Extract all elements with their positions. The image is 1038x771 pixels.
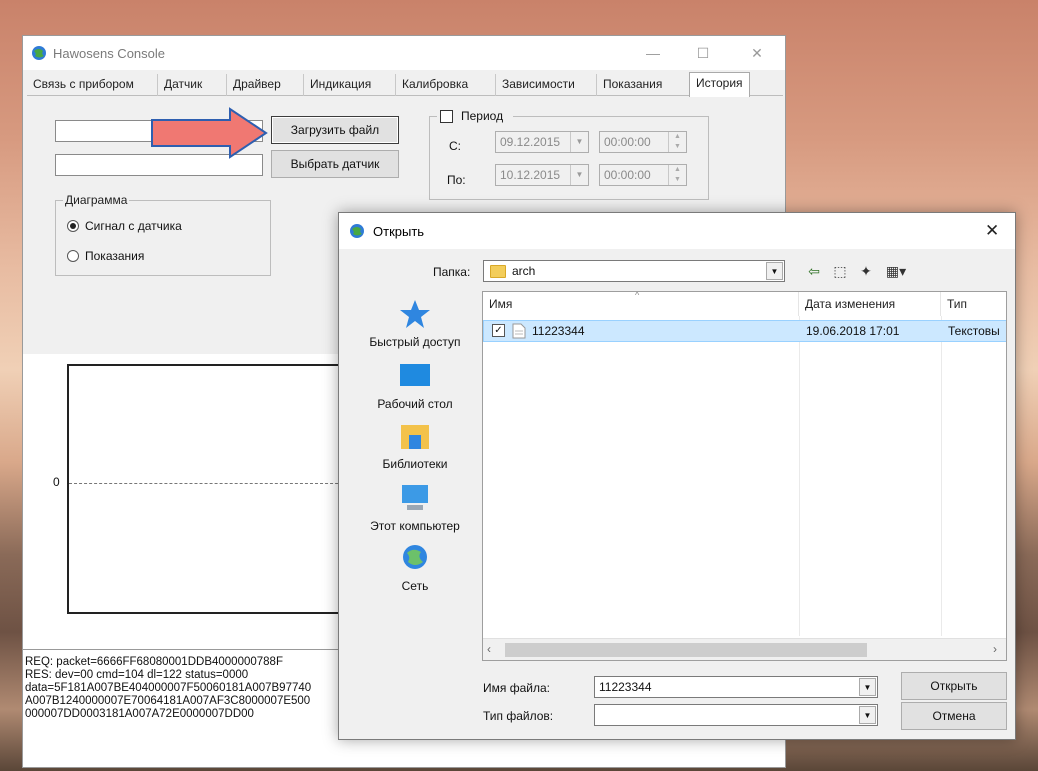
tab-history[interactable]: История — [689, 72, 750, 97]
spin-buttons-icon[interactable]: ▲ ▼ — [668, 132, 686, 152]
text-file-icon — [512, 323, 526, 339]
app-globe-icon — [32, 46, 46, 60]
radio-readings-label[interactable]: Показания — [85, 249, 144, 263]
minimize-button[interactable]: — — [633, 42, 673, 64]
folder-value: arch — [512, 264, 536, 278]
column-header-date[interactable]: Дата изменения — [799, 292, 941, 316]
from-label: С: — [449, 139, 461, 153]
tab-indication[interactable]: Индикация — [303, 74, 377, 96]
filename-input[interactable]: 11223344 ▼ — [594, 676, 878, 698]
tab-driver[interactable]: Драйвер — [226, 74, 287, 96]
tab-connection[interactable]: Связь с прибором — [27, 74, 140, 96]
column-header-type[interactable]: Тип — [941, 292, 1006, 316]
view-menu-icon[interactable]: ▦▾ — [881, 261, 911, 281]
chevron-down-icon: ▼ — [570, 165, 588, 185]
row-checkbox[interactable]: ✓ — [492, 324, 505, 337]
select-sensor-button[interactable]: Выбрать датчик — [271, 150, 399, 178]
to-time-picker[interactable]: 00:00:00 ▲ ▼ — [599, 164, 687, 186]
tab-sensor[interactable]: Датчик — [157, 74, 208, 96]
tab-readings[interactable]: Показания — [596, 74, 668, 96]
chevron-down-icon[interactable]: ▼ — [859, 706, 876, 724]
chart-zero-label: 0 — [53, 475, 60, 489]
chevron-down-icon[interactable]: ▼ — [859, 678, 876, 696]
open-file-dialog: Открыть ✕ Папка: arch ▼ ⇦ ⬚ ✦ ▦▾ Быстрый… — [338, 212, 1016, 740]
tab-bar: Связь с прибором Датчик Драйвер Индикаци… — [27, 72, 783, 97]
tab-calibration[interactable]: Калибровка — [395, 74, 474, 96]
cancel-button[interactable]: Отмена — [901, 702, 1007, 730]
horizontal-scrollbar[interactable]: ‹ › — [483, 638, 1006, 660]
from-date-picker[interactable]: 09.12.2015 ▼ — [495, 131, 589, 153]
scroll-left-icon[interactable]: ‹ — [487, 642, 491, 656]
diagram-group — [55, 200, 271, 276]
folder-label: Папка: — [433, 265, 471, 279]
back-icon[interactable]: ⇦ — [803, 261, 825, 281]
file-date: 19.06.2018 17:01 — [806, 324, 900, 338]
dialog-globe-icon — [350, 224, 364, 238]
desktop-icon — [400, 364, 430, 386]
folder-icon — [490, 265, 506, 278]
dialog-close-button[interactable]: ✕ — [985, 221, 999, 241]
libraries-icon — [401, 425, 429, 449]
annotation-arrow-icon — [151, 107, 268, 159]
maximize-button[interactable]: ☐ — [683, 42, 723, 64]
diagram-label: Диаграмма — [63, 193, 130, 207]
radio-sensor-signal[interactable] — [67, 220, 79, 232]
up-folder-icon[interactable]: ⬚ — [829, 261, 851, 281]
title-bar[interactable]: Hawosens Console — ☐ ✕ — [23, 36, 785, 70]
table-row[interactable]: ✓ 11223344 19.06.2018 17:01 Текстовы — [483, 320, 1006, 342]
sort-ascending-icon: ^ — [635, 291, 640, 300]
file-type: Текстовы — [948, 324, 1000, 338]
radio-sensor-signal-label[interactable]: Сигнал с датчика — [85, 219, 182, 233]
file-name: 11223344 — [532, 324, 585, 338]
period-header: Период — [437, 109, 513, 123]
dialog-title-bar[interactable]: Открыть ✕ — [339, 213, 1015, 249]
folder-select[interactable]: arch ▼ — [483, 260, 785, 282]
to-date-picker[interactable]: 10.12.2015 ▼ — [495, 164, 589, 186]
chevron-down-icon: ▼ — [570, 132, 588, 152]
dialog-title: Открыть — [373, 224, 425, 239]
close-button[interactable]: ✕ — [737, 42, 777, 64]
filetype-label: Тип файлов: — [483, 709, 554, 723]
to-label: По: — [447, 173, 466, 187]
period-group — [429, 116, 709, 200]
filetype-select[interactable]: ▼ — [594, 704, 878, 726]
period-checkbox[interactable] — [440, 110, 453, 123]
load-file-button[interactable]: Загрузить файл — [271, 116, 399, 144]
scroll-right-icon[interactable]: › — [993, 642, 997, 656]
places-bar: Быстрый доступ Рабочий стол Библиотеки Э… — [353, 293, 477, 643]
spin-buttons-icon[interactable]: ▲ ▼ — [668, 165, 686, 185]
scrollbar-thumb[interactable] — [505, 643, 867, 657]
network-globe-icon — [403, 545, 427, 569]
star-icon — [400, 300, 430, 328]
from-time-picker[interactable]: 00:00:00 ▲ ▼ — [599, 131, 687, 153]
app-title: Hawosens Console — [53, 46, 166, 61]
filename-label: Имя файла: — [483, 681, 550, 695]
chevron-down-icon[interactable]: ▼ — [766, 262, 783, 280]
computer-icon — [402, 485, 428, 510]
new-folder-icon[interactable]: ✦ — [855, 261, 877, 281]
open-button[interactable]: Открыть — [901, 672, 1007, 700]
file-list[interactable]: Имя ^ Дата изменения Тип ✓ 11223344 19.0… — [482, 291, 1007, 661]
radio-readings[interactable] — [67, 250, 79, 262]
column-header-name[interactable]: Имя — [483, 292, 799, 316]
tab-dependencies[interactable]: Зависимости — [495, 74, 581, 96]
period-label: Период — [461, 109, 504, 123]
